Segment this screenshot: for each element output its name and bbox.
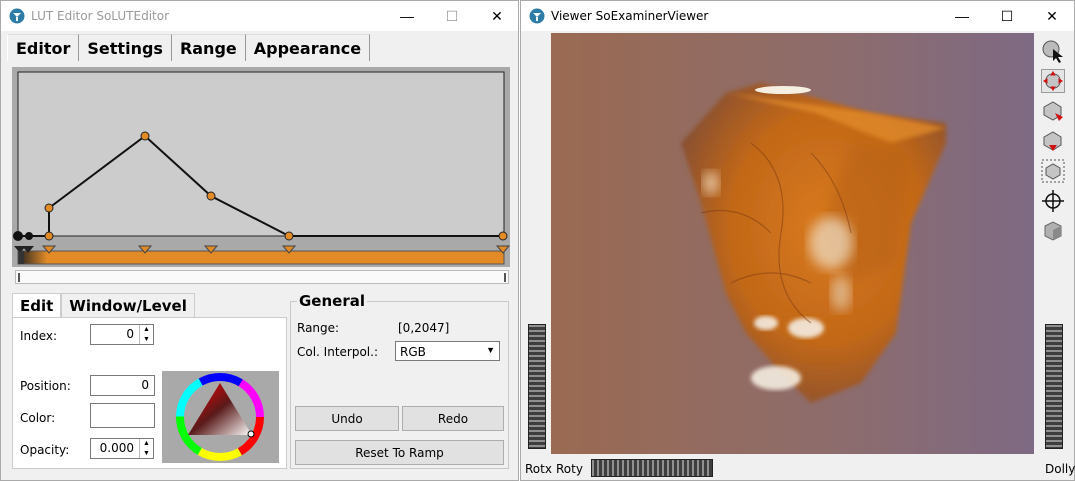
close-icon[interactable]: ✕ — [1029, 1, 1075, 31]
general-title: General — [297, 292, 367, 310]
view-all-icon[interactable] — [1041, 159, 1065, 183]
minimize-icon[interactable]: — — [384, 1, 430, 31]
range-label: Range: — [297, 321, 340, 335]
lut-point[interactable] — [140, 131, 150, 141]
lut-point[interactable] — [284, 231, 294, 241]
rotx-label: Rotx — [525, 462, 552, 476]
maximize-icon[interactable]: ☐ — [984, 1, 1030, 31]
tab-editor[interactable]: Editor — [7, 34, 80, 61]
range-value: [0,2047] — [398, 321, 450, 335]
reset-to-ramp-button[interactable]: Reset To Ramp — [295, 440, 504, 465]
seek-icon[interactable] — [1041, 189, 1065, 213]
tab-range[interactable]: Range — [171, 34, 246, 61]
position-field[interactable]: 0 — [90, 375, 155, 396]
opacity-label: Opacity: — [20, 443, 70, 457]
spin-up-icon[interactable]: ▲ — [140, 439, 153, 449]
lut-point[interactable] — [498, 231, 508, 241]
rotx-wheel[interactable] — [528, 324, 546, 449]
set-home-icon[interactable] — [1041, 129, 1065, 153]
lut-editor-window: LUT Editor SoLUTEditor — ☐ ✕ Editor Sett… — [0, 0, 519, 481]
roty-label: Roty — [556, 462, 583, 476]
roty-wheel[interactable] — [591, 459, 713, 477]
spin-up-icon[interactable]: ▲ — [140, 325, 153, 335]
dolly-wheel[interactable] — [1045, 324, 1063, 449]
window-title: Viewer SoExaminerViewer — [551, 9, 709, 23]
close-icon[interactable]: ✕ — [474, 1, 520, 31]
projection-icon[interactable] — [1041, 219, 1065, 243]
minimize-icon[interactable]: — — [939, 1, 985, 31]
color-swatch[interactable] — [90, 403, 155, 428]
color-label: Color: — [20, 411, 56, 425]
tab-appearance[interactable]: Appearance — [245, 34, 371, 61]
tab-settings[interactable]: Settings — [79, 34, 172, 61]
tab-edit[interactable]: Edit — [12, 293, 62, 318]
home-icon[interactable] — [1041, 99, 1065, 123]
interp-label: Col. Interpol.: — [297, 345, 378, 359]
position-label: Position: — [20, 379, 71, 393]
render-viewport[interactable] — [551, 33, 1034, 454]
lut-curve-canvas[interactable] — [12, 67, 510, 287]
lut-point[interactable] — [44, 231, 54, 241]
viewer-toolbar — [1036, 35, 1072, 255]
viewer-window: Viewer SoExaminerViewer — ☐ ✕ Rotx Roty … — [520, 0, 1075, 481]
dolly-label: Dolly — [1045, 462, 1075, 476]
maximize-icon[interactable]: ☐ — [429, 1, 475, 31]
chevron-down-icon: ▼ — [486, 345, 495, 355]
lut-editor-titlebar[interactable]: LUT Editor SoLUTEditor — ☐ ✕ — [1, 1, 518, 31]
opacity-value: 0.000 — [99, 441, 134, 455]
color-wheel[interactable] — [162, 371, 279, 463]
app-icon — [529, 8, 545, 24]
pick-mode-icon[interactable] — [1041, 39, 1065, 63]
interp-select[interactable]: RGB ▼ — [395, 341, 500, 361]
lut-color-bar — [17, 250, 505, 265]
volume-render — [681, 83, 946, 403]
tab-window-level[interactable]: Window/Level — [61, 293, 195, 318]
view-mode-icon[interactable] — [1041, 69, 1065, 93]
lut-point[interactable] — [206, 191, 216, 201]
spin-down-icon[interactable]: ▼ — [140, 449, 153, 459]
lut-point[interactable] — [44, 203, 54, 213]
spin-down-icon[interactable]: ▼ — [140, 335, 153, 345]
redo-button[interactable]: Redo — [402, 406, 504, 431]
lut-point[interactable] — [13, 231, 23, 241]
index-spinbox[interactable]: 0 ▲ ▼ — [90, 324, 154, 345]
lut-range-slider[interactable] — [15, 270, 509, 284]
app-icon — [9, 8, 25, 24]
index-label: Index: — [20, 329, 58, 343]
main-tabs: Editor Settings Range Appearance — [7, 34, 371, 61]
lut-point[interactable] — [25, 232, 33, 240]
edit-sub-tabs: Edit Window/Level — [12, 293, 195, 318]
undo-button[interactable]: Undo — [295, 406, 399, 431]
interp-value: RGB — [400, 345, 426, 359]
opacity-spinbox[interactable]: 0.000 ▲ ▼ — [90, 438, 154, 459]
window-title: LUT Editor SoLUTEditor — [31, 9, 170, 23]
viewer-titlebar[interactable]: Viewer SoExaminerViewer — ☐ ✕ — [521, 1, 1074, 31]
index-value: 0 — [126, 327, 134, 341]
